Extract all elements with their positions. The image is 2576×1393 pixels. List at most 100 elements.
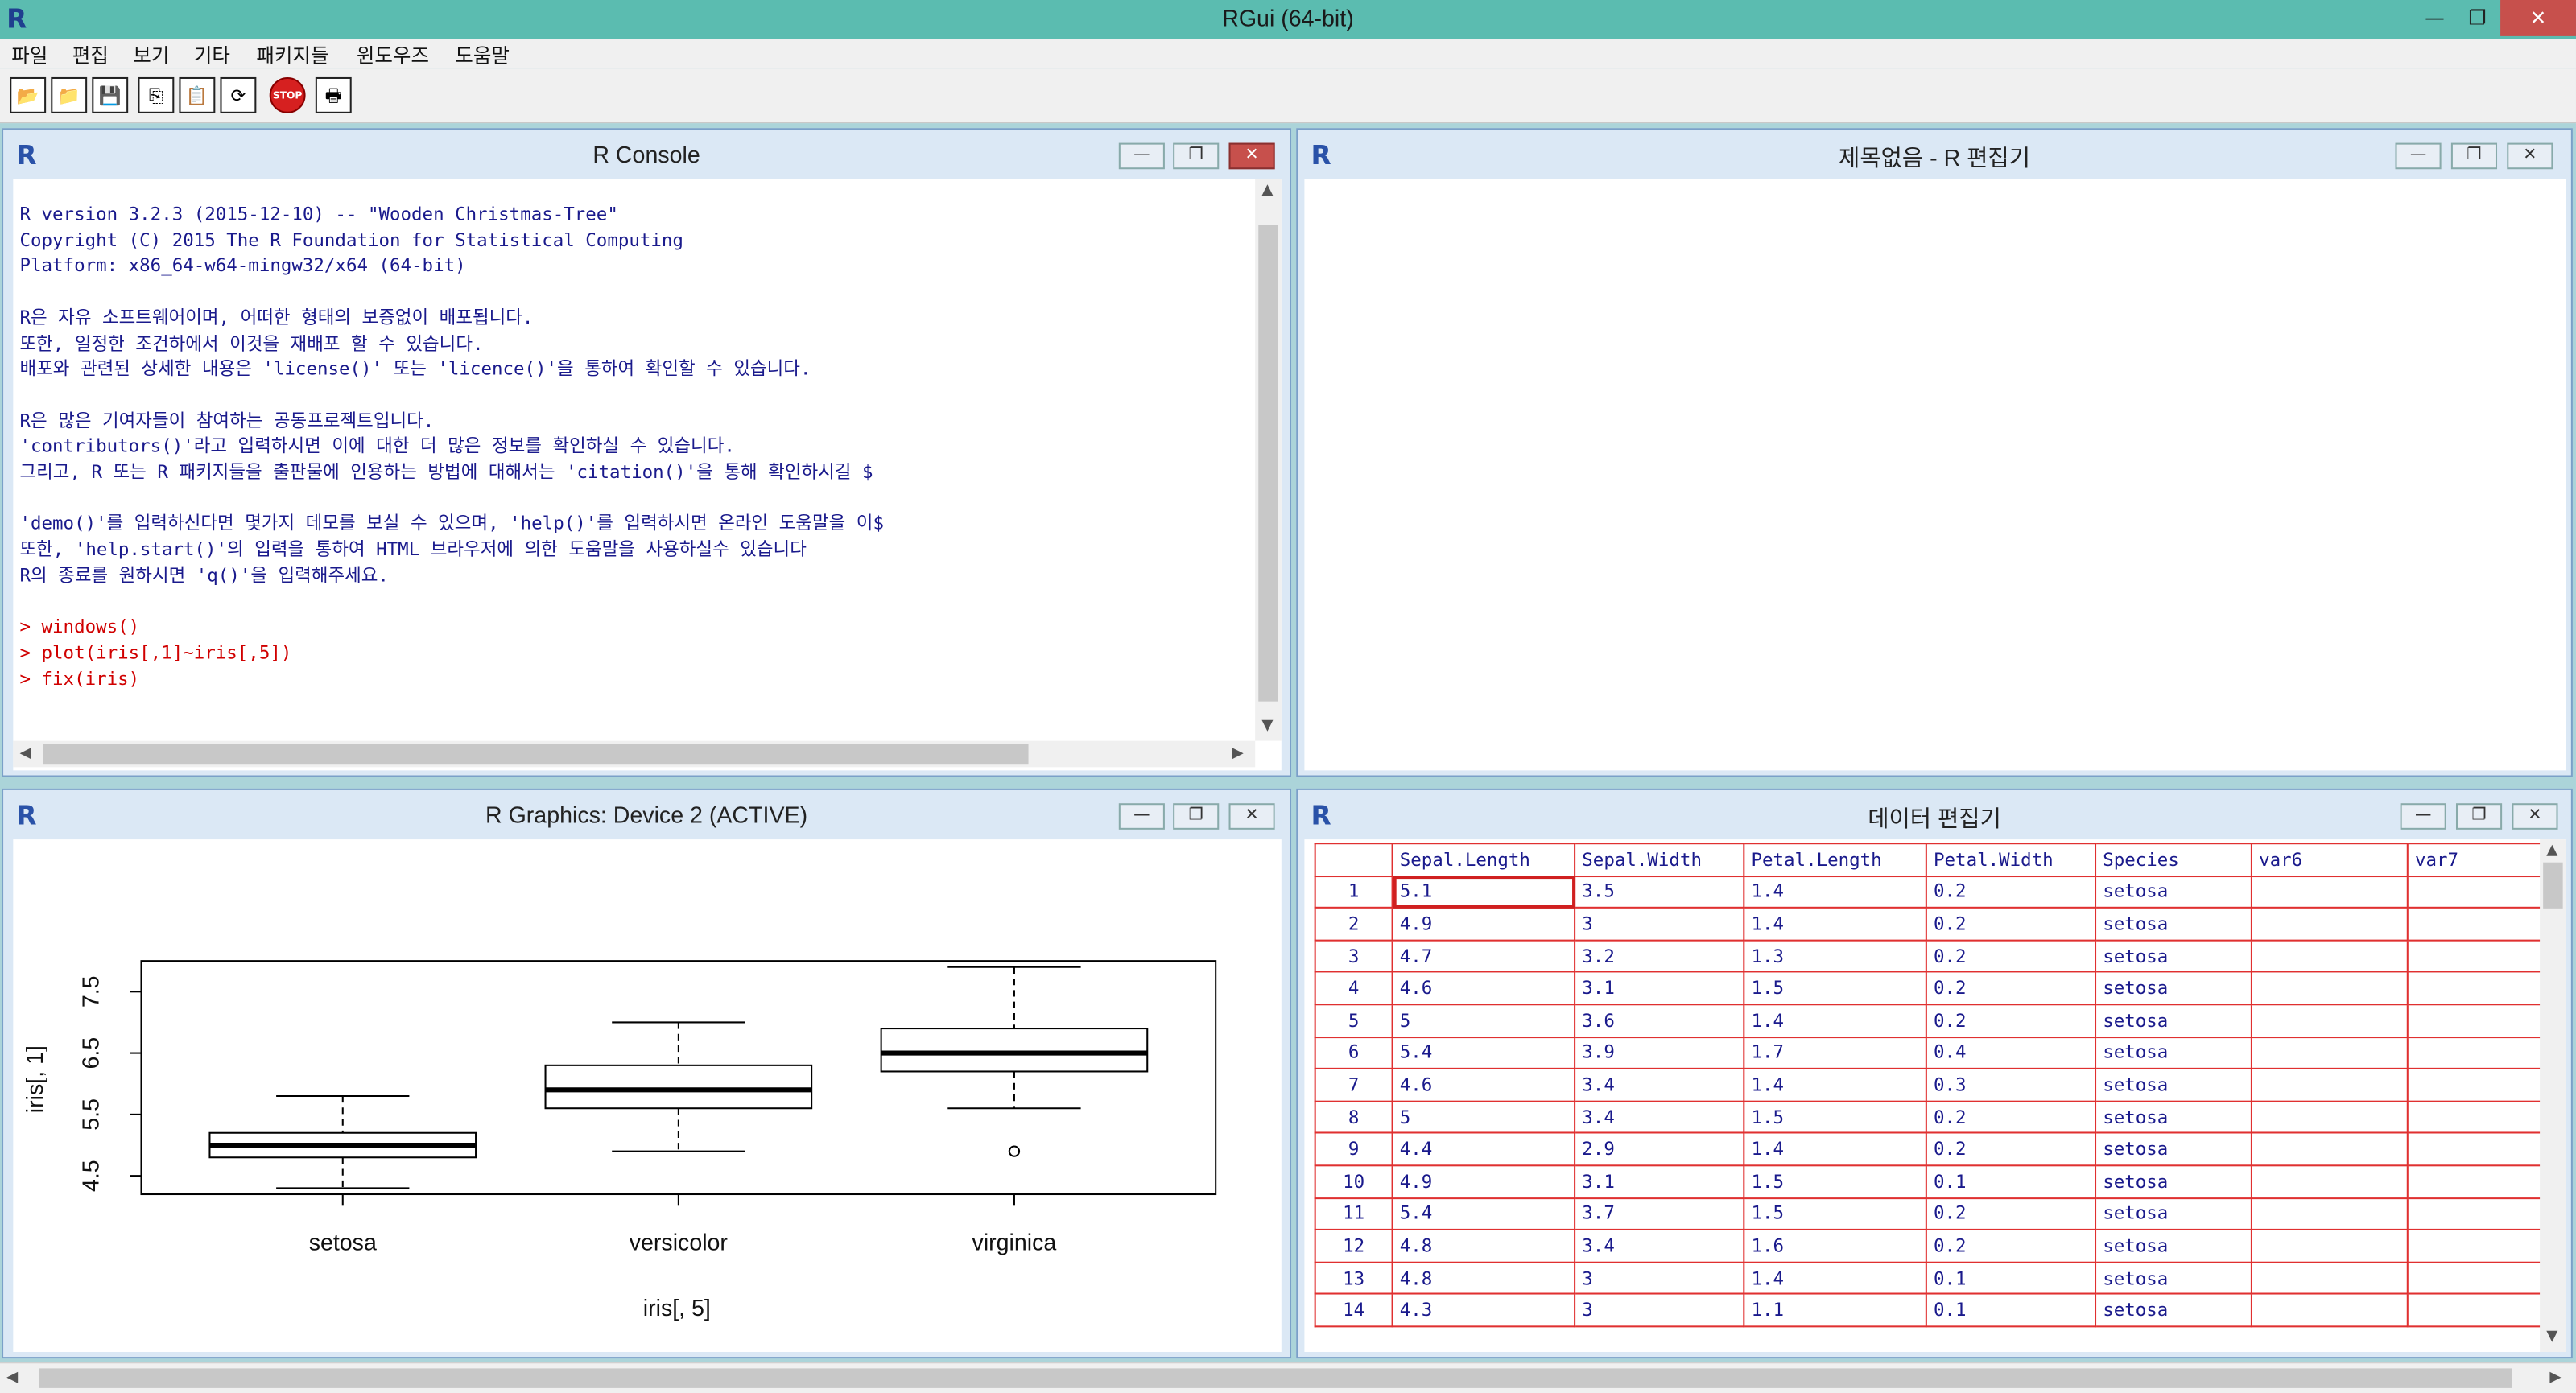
graphics-minimize-button[interactable]: — [1118,803,1165,830]
console-scroll-thumb[interactable] [1258,225,1278,702]
data-cell[interactable]: 1.4 [1743,1261,1927,1296]
data-cell[interactable]: 0.2 [1925,1197,2097,1231]
data-cell[interactable]: 1.5 [1743,971,1927,1006]
data-cell[interactable]: setosa [2095,1261,2252,1296]
data-cell[interactable]: 3.6 [1574,1004,1745,1038]
data-editor-minimize-button[interactable]: — [2400,803,2446,830]
data-cell[interactable]: setosa [2095,1293,2252,1328]
data-cell[interactable]: 1.1 [1743,1293,1927,1328]
data-cell[interactable]: 4.6 [1391,971,1576,1006]
data-editor-restore-button[interactable]: ❐ [2455,803,2503,830]
stop-icon[interactable]: STOP [269,76,306,113]
data-cell[interactable]: 3.4 [1574,1229,1745,1263]
column-header[interactable]: var6 [2250,843,2409,877]
data-cell[interactable] [2250,907,2409,942]
editor-minimize-button[interactable]: — [2395,142,2442,170]
data-cell[interactable] [2250,1261,2409,1296]
data-cell[interactable]: 4.4 [1391,1132,1576,1167]
data-cell[interactable] [2250,1293,2409,1328]
menu-view[interactable]: 보기 [133,41,169,69]
data-cell[interactable]: 1.5 [1743,1100,1927,1135]
column-header[interactable]: Sepal.Width [1574,843,1745,877]
refresh-icon[interactable]: ⟳ [220,76,257,113]
print-icon[interactable]: 🖶 [315,76,352,113]
data-cell[interactable] [2250,1100,2409,1135]
save-icon[interactable]: 💾 [92,76,129,113]
data-cell[interactable]: 4.7 [1391,939,1576,974]
scroll-down-icon[interactable]: ▼ [1261,718,1273,734]
data-cell[interactable]: setosa [2095,1197,2252,1231]
data-cell[interactable]: setosa [2095,1004,2252,1038]
menu-misc[interactable]: 기타 [194,41,230,69]
data-cell[interactable]: 5.1 [1391,875,1576,909]
app-restore-button[interactable]: ❐ [2458,0,2497,36]
menu-edit[interactable]: 편집 [72,41,109,69]
data-cell[interactable]: 1.4 [1743,1068,1927,1102]
data-cell[interactable]: 0.2 [1925,1132,2097,1167]
scroll-right-icon[interactable]: ▶ [2549,1370,2561,1386]
data-cell[interactable]: 1.3 [1743,939,1927,974]
editor-close-button[interactable]: ✕ [2507,142,2553,170]
copy-icon[interactable]: ⎘ [138,76,175,113]
console-minimize-button[interactable]: — [1118,142,1165,170]
menu-help[interactable]: 도움말 [455,41,510,69]
data-cell[interactable]: setosa [2095,907,2252,942]
data-cell[interactable]: setosa [2095,1164,2252,1199]
mdi-horizontal-scrollbar[interactable]: ◀ ▶ [0,1362,2576,1393]
data-cell[interactable]: 0.3 [1925,1068,2097,1102]
load-workspace-icon[interactable]: 📁 [51,76,88,113]
editor-text-area[interactable] [1304,179,2566,771]
data-cell[interactable]: 3 [1574,1293,1745,1328]
menu-file[interactable]: 파일 [11,41,47,69]
data-cell[interactable]: setosa [2095,1068,2252,1102]
data-cell[interactable]: 1.5 [1743,1164,1927,1199]
scroll-up-icon[interactable]: ▲ [1261,183,1273,199]
data-cell[interactable]: 4.6 [1391,1068,1576,1102]
data-cell[interactable] [2250,1004,2409,1038]
data-cell[interactable] [2250,1229,2409,1263]
data-cell[interactable]: 5.4 [1391,1036,1576,1070]
open-script-icon[interactable]: 📂 [10,76,47,113]
data-cell[interactable]: 4.8 [1391,1229,1576,1263]
scroll-down-icon[interactable]: ▼ [2546,1329,2557,1345]
data-cell[interactable] [2250,1068,2409,1102]
data-cell[interactable] [2250,939,2409,974]
data-cell[interactable] [2250,875,2409,909]
column-header[interactable]: Petal.Length [1743,843,1927,877]
data-cell[interactable]: setosa [2095,875,2252,909]
data-cell[interactable]: 1.4 [1743,1004,1927,1038]
data-cell[interactable]: 0.2 [1925,1229,2097,1263]
graphics-restore-button[interactable]: ❐ [1173,803,1220,830]
data-cell[interactable]: 1.4 [1743,875,1927,909]
data-cell[interactable]: 0.1 [1925,1293,2097,1328]
console-output[interactable]: R version 3.2.3 (2015-12-10) -- "Wooden … [13,179,1282,771]
data-cell[interactable]: 0.2 [1925,1004,2097,1038]
data-cell[interactable]: setosa [2095,1132,2252,1167]
data-cell[interactable]: 4.9 [1391,1164,1576,1199]
data-cell[interactable]: 3.1 [1574,971,1745,1006]
data-cell[interactable]: 0.1 [1925,1164,2097,1199]
data-cell[interactable]: 0.1 [1925,1261,2097,1296]
data-cell[interactable] [2250,1197,2409,1231]
data-cell[interactable]: 2.9 [1574,1132,1745,1167]
data-cell[interactable]: setosa [2095,1229,2252,1263]
data-cell[interactable] [2250,1036,2409,1070]
data-cell[interactable]: 3.1 [1574,1164,1745,1199]
app-close-button[interactable]: ✕ [2500,0,2576,36]
column-header[interactable]: Sepal.Length [1391,843,1576,877]
paste-icon[interactable]: 📋 [179,76,216,113]
data-cell[interactable]: 5 [1391,1004,1576,1038]
data-cell[interactable]: 1.7 [1743,1036,1927,1070]
data-cell[interactable]: 3.4 [1574,1100,1745,1135]
data-cell[interactable]: 3.2 [1574,939,1745,974]
data-cell[interactable]: 4.3 [1391,1293,1576,1328]
menu-packages[interactable]: 패키지들 [256,41,328,69]
data-cell[interactable]: 5 [1391,1100,1576,1135]
data-cell[interactable]: 0.2 [1925,875,2097,909]
data-cell[interactable]: 1.6 [1743,1229,1927,1263]
data-editor-close-button[interactable]: ✕ [2512,803,2558,830]
data-cell[interactable]: 3.5 [1574,875,1745,909]
data-cell[interactable]: 3 [1574,907,1745,942]
console-restore-button[interactable]: ❐ [1173,142,1220,170]
scroll-up-icon[interactable]: ▲ [2546,843,2557,859]
